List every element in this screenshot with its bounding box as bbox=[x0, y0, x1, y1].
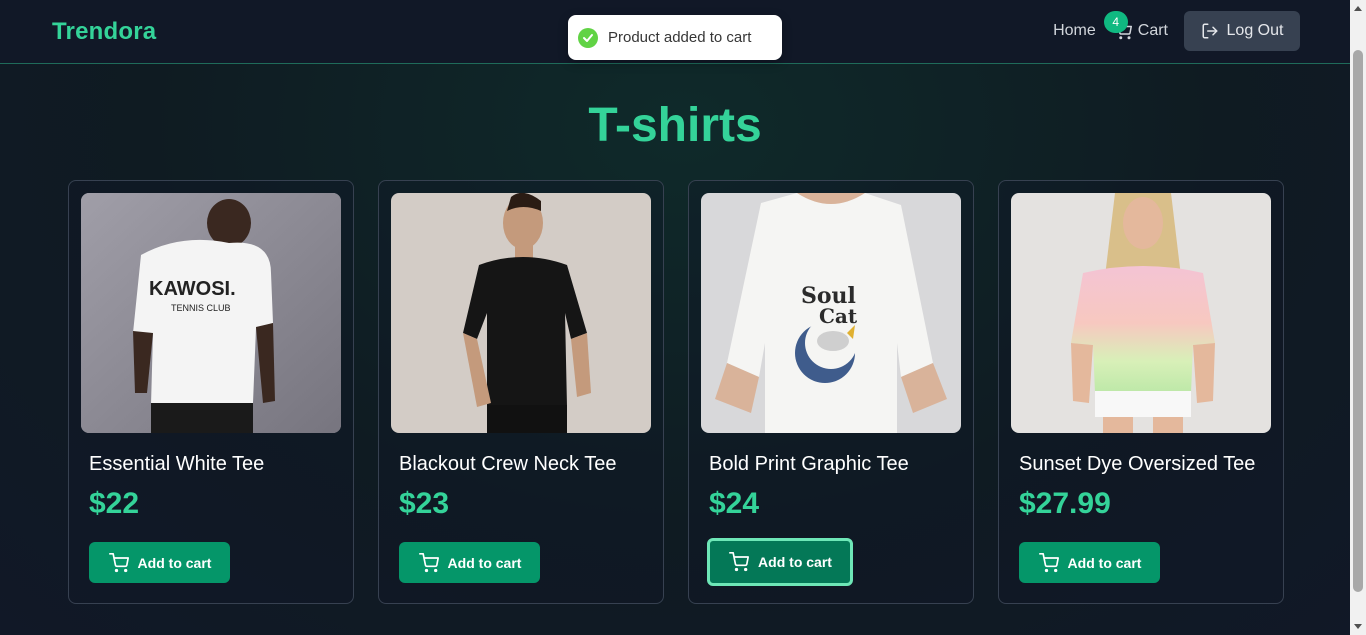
nav-links: Home 4 Cart Log Out bbox=[1053, 11, 1300, 51]
page-scrollbar[interactable] bbox=[1350, 0, 1366, 635]
add-to-cart-button[interactable]: Add to cart bbox=[399, 542, 540, 583]
tie-dye-tee-photo[interactable] bbox=[1011, 193, 1271, 433]
add-to-cart-label: Add to cart bbox=[758, 554, 832, 570]
toast-notification: Product added to cart bbox=[568, 15, 782, 60]
toast-message: Product added to cart bbox=[608, 29, 752, 46]
white-tee-photo[interactable]: KAWOSI. TENNIS CLUB bbox=[81, 193, 341, 433]
nav-home-link[interactable]: Home bbox=[1053, 22, 1096, 40]
svg-text:TENNIS CLUB: TENNIS CLUB bbox=[171, 303, 231, 313]
add-to-cart-button[interactable]: Add to cart bbox=[89, 542, 230, 583]
cart-count-badge: 4 bbox=[1103, 11, 1128, 33]
product-card: Sunset Dye Oversized Tee $27.99 Add to c… bbox=[998, 180, 1284, 604]
add-to-cart-button[interactable]: Add to cart bbox=[1019, 542, 1160, 583]
product-price: $24 bbox=[709, 487, 760, 520]
product-name[interactable]: Sunset Dye Oversized Tee bbox=[1019, 453, 1255, 476]
product-card: Soul Cat Bold Print Graphic Tee $24 Add … bbox=[688, 180, 974, 604]
product-card: KAWOSI. TENNIS CLUB Essential White Tee … bbox=[68, 180, 354, 604]
product-name[interactable]: Bold Print Graphic Tee bbox=[709, 453, 909, 476]
graphic-tee-photo[interactable]: Soul Cat bbox=[701, 193, 961, 433]
cart-icon bbox=[1038, 552, 1059, 572]
product-card: Blackout Crew Neck Tee $23 Add to cart bbox=[378, 180, 664, 604]
cart-icon bbox=[108, 552, 129, 572]
cart-label: Cart bbox=[1137, 22, 1168, 39]
product-price: $23 bbox=[399, 487, 450, 520]
cart-icon bbox=[729, 552, 750, 572]
product-name[interactable]: Essential White Tee bbox=[89, 453, 264, 476]
svg-text:KAWOSI.: KAWOSI. bbox=[149, 278, 236, 300]
product-name[interactable]: Blackout Crew Neck Tee bbox=[399, 453, 617, 476]
nav-cart-link[interactable]: 4 Cart bbox=[1103, 11, 1168, 40]
scroll-down-arrow-icon[interactable] bbox=[1354, 624, 1362, 629]
scrollbar-thumb[interactable] bbox=[1353, 50, 1363, 592]
product-price: $27.99 bbox=[1019, 487, 1111, 520]
logout-label: Log Out bbox=[1226, 22, 1284, 39]
add-to-cart-button[interactable]: Add to cart bbox=[707, 538, 853, 586]
cart-icon bbox=[418, 552, 439, 572]
svg-text:Cat: Cat bbox=[819, 304, 858, 328]
page-title: T-shirts bbox=[588, 99, 762, 152]
add-to-cart-label: Add to cart bbox=[447, 554, 522, 571]
check-circle-icon bbox=[578, 27, 598, 48]
black-tee-photo[interactable] bbox=[391, 193, 651, 433]
product-price: $22 bbox=[89, 487, 140, 520]
scroll-up-arrow-icon[interactable] bbox=[1354, 6, 1362, 11]
logout-button[interactable]: Log Out bbox=[1184, 11, 1300, 51]
logout-icon bbox=[1202, 23, 1218, 39]
add-to-cart-label: Add to cart bbox=[1067, 554, 1142, 571]
brand-logo[interactable]: Trendora bbox=[52, 18, 156, 46]
add-to-cart-label: Add to cart bbox=[137, 554, 212, 571]
